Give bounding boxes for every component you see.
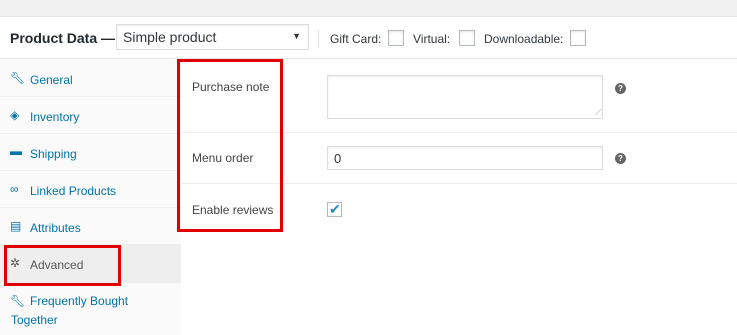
resize-handle-icon[interactable]: ⟋ <box>595 109 601 117</box>
gift-card-label: Gift Card: <box>330 32 382 46</box>
enable-reviews-checkbox[interactable]: ✔ <box>327 201 342 217</box>
truck-icon: ▬ <box>10 144 22 158</box>
virtual-label: Virtual: <box>413 32 451 46</box>
tab-general-label: General <box>30 73 73 87</box>
help-icon[interactable]: ? <box>615 83 626 94</box>
top-strip <box>0 0 737 16</box>
wrench-icon: 🔧︎ <box>10 71 26 85</box>
header-divider <box>318 30 319 48</box>
tab-linked-products[interactable]: ∞ Linked Products <box>0 171 181 208</box>
tab-general[interactable]: 🔧︎ General <box>0 60 181 97</box>
menu-order-value: 0 <box>334 151 342 166</box>
virtual-checkbox[interactable] <box>459 30 475 46</box>
tab-shipping-label: Shipping <box>30 147 77 161</box>
help-icon[interactable]: ? <box>615 153 626 164</box>
downloadable-checkbox[interactable] <box>570 30 586 46</box>
product-type-value: Simple product <box>123 29 217 45</box>
product-type-select[interactable]: Simple product ▼ <box>116 24 309 50</box>
purchase-note-textarea[interactable]: ⟋ <box>327 75 603 119</box>
tab-frequently-bought-together-label: Frequently Bought Together <box>11 294 129 327</box>
product-data-header: Product Data — Simple product ▼ Gift Car… <box>0 17 737 59</box>
checkmark-icon: ✔ <box>329 201 341 217</box>
gift-card-checkbox[interactable] <box>388 30 404 46</box>
product-data-panel: Product Data — Simple product ▼ Gift Car… <box>0 16 737 335</box>
link-icon: ∞ <box>10 182 19 196</box>
tag-icon: ◈ <box>10 108 20 122</box>
chevron-down-icon: ▼ <box>292 31 301 41</box>
tab-frequently-bought-together[interactable]: 🔧︎ Frequently Bought Together <box>0 283 181 335</box>
highlight-box-advanced-tab <box>4 245 121 286</box>
list-icon: ▤ <box>10 219 22 233</box>
tab-attributes[interactable]: ▤ Attributes <box>0 208 181 245</box>
product-data-title: Product Data — <box>10 30 116 46</box>
tab-attributes-label: Attributes <box>30 221 81 235</box>
tab-shipping[interactable]: ▬ Shipping <box>0 134 181 171</box>
tab-linked-products-label: Linked Products <box>30 184 117 198</box>
product-data-tabs: 🔧︎ General ◈ Inventory ▬ Shipping ∞ Link… <box>0 60 181 335</box>
menu-order-input[interactable]: 0 <box>327 146 603 170</box>
downloadable-label: Downloadable: <box>484 32 564 46</box>
tab-inventory[interactable]: ◈ Inventory <box>0 97 181 134</box>
highlight-box-fields <box>177 59 283 232</box>
tab-inventory-label: Inventory <box>30 110 80 124</box>
